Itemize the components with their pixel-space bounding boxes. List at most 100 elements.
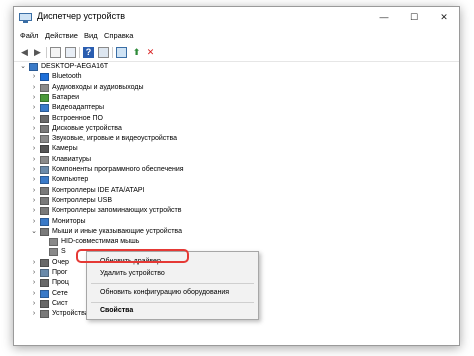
mouse-icon xyxy=(40,227,49,236)
device-list-icon[interactable] xyxy=(65,47,76,58)
tree-item-label: Аудиовходы и аудиовыходы xyxy=(52,83,144,91)
expand-arrow-icon[interactable]: › xyxy=(31,103,37,113)
expand-arrow-icon[interactable]: › xyxy=(31,289,37,299)
update-driver-highlight xyxy=(76,249,189,263)
tree-item-label: Батареи xyxy=(52,93,80,101)
tree-item-label: Клавиатуры xyxy=(52,155,92,163)
maximize-button[interactable]: ☐ xyxy=(399,7,429,28)
close-button[interactable]: ✕ xyxy=(429,7,459,28)
display-adapter-icon xyxy=(40,104,49,113)
network-icon xyxy=(40,289,49,298)
keyboard-icon xyxy=(40,155,49,164)
expand-arrow-icon[interactable]: › xyxy=(31,206,37,216)
tree-item-label: Прог xyxy=(52,269,68,276)
menu-help[interactable]: Справка xyxy=(104,31,133,40)
menu-view[interactable]: Вид xyxy=(84,31,98,40)
tree-item-label: S xyxy=(61,248,66,256)
expand-arrow-icon[interactable]: › xyxy=(31,309,37,319)
tree-item-label: Видеоадаптеры xyxy=(52,104,105,112)
tree-item-label: Контроллеры USB xyxy=(52,196,112,204)
expand-arrow-icon[interactable]: › xyxy=(31,299,37,309)
remove-device-item[interactable]: Удалить устройство xyxy=(87,268,258,280)
tree-item-label: Мониторы xyxy=(52,217,86,225)
firmware-icon xyxy=(40,114,49,123)
toolbar-separator xyxy=(46,47,47,58)
hid-icon xyxy=(40,310,49,319)
device-manager-icon xyxy=(19,11,32,23)
ide-controller-icon xyxy=(40,186,49,195)
tree-item-label: Очер xyxy=(52,258,69,266)
system-device-icon xyxy=(40,299,49,308)
expand-arrow-icon[interactable]: › xyxy=(31,186,37,196)
tree-item-label: DESKTOP-AEGA16T xyxy=(41,63,109,70)
tree-item-label: Дисковые устройства xyxy=(52,124,122,132)
camera-icon xyxy=(40,145,49,154)
speaker-icon xyxy=(40,83,49,92)
battery-icon xyxy=(40,93,49,102)
expand-arrow-icon[interactable]: › xyxy=(31,93,37,103)
computer-icon xyxy=(29,63,38,71)
mouse-icon xyxy=(49,248,58,257)
tree-item-label: Контроллеры IDE ATA/ATAPI xyxy=(52,186,145,194)
menu-bar: Файл Действие Вид Справка xyxy=(14,28,459,44)
expand-arrow-icon[interactable]: › xyxy=(31,134,37,144)
disk-icon xyxy=(40,124,49,133)
tree-item-label: Мыши и иные указывающие устройства xyxy=(52,227,182,235)
expand-arrow-icon[interactable]: › xyxy=(31,217,37,227)
expand-arrow-icon[interactable]: › xyxy=(31,155,37,165)
expand-arrow-icon[interactable]: › xyxy=(31,278,37,288)
forward-icon[interactable]: ▶ xyxy=(32,47,43,58)
tree-item-label: Камеры xyxy=(52,145,78,153)
expand-arrow-icon[interactable]: › xyxy=(31,83,37,93)
properties-item[interactable]: Свойства xyxy=(87,305,258,317)
tree-item-label: Компьютер xyxy=(52,176,89,184)
sound-icon xyxy=(40,135,49,144)
tree-item-label: Сете xyxy=(52,289,68,297)
processor-icon xyxy=(40,279,49,288)
toolbar-separator xyxy=(112,47,113,58)
tree-item-label: Компоненты программного обеспечения xyxy=(52,166,184,173)
minimize-button[interactable]: — xyxy=(369,7,399,28)
toolbar-separator xyxy=(79,47,80,58)
monitor-icon xyxy=(40,217,49,226)
tree-item-label: Встроенное ПО xyxy=(52,114,103,122)
expand-arrow-icon[interactable]: › xyxy=(31,196,37,206)
properties-icon[interactable] xyxy=(50,47,61,58)
scan-hardware-item[interactable]: Обновить конфигурацию оборудования xyxy=(87,287,258,299)
expand-arrow-icon[interactable]: › xyxy=(31,258,37,268)
tree-item-label: Сист xyxy=(52,299,68,307)
menu-action[interactable]: Действие xyxy=(45,31,78,40)
help-icon[interactable]: ? xyxy=(83,47,94,58)
toolbar: ◀ ▶ ? ⬆ ✕ xyxy=(14,44,459,62)
window-title: Диспетчер устройств xyxy=(37,11,125,21)
collapse-arrow-icon[interactable]: ⌄ xyxy=(20,62,26,72)
tree-item-label: HID-совместимая мышь xyxy=(61,238,140,246)
expand-arrow-icon[interactable]: › xyxy=(31,175,37,185)
menu-separator xyxy=(91,283,254,284)
update-driver-icon[interactable]: ⬆ xyxy=(131,47,142,58)
bluetooth-icon xyxy=(40,73,49,82)
menu-file[interactable]: Файл xyxy=(20,31,38,40)
computer-icon xyxy=(40,176,49,185)
storage-controller-icon xyxy=(40,207,49,216)
expand-arrow-icon[interactable]: › xyxy=(31,114,37,124)
expand-arrow-icon[interactable]: › xyxy=(31,124,37,134)
back-icon[interactable]: ◀ xyxy=(19,47,30,58)
tree-item-label: Проц xyxy=(52,279,69,287)
expand-arrow-icon[interactable]: › xyxy=(31,144,37,154)
tree-item-label: Контроллеры запоминающих устройств xyxy=(52,207,182,215)
mouse-icon xyxy=(49,238,58,247)
scan-icon[interactable] xyxy=(116,47,127,58)
usb-icon xyxy=(40,196,49,205)
title-bar: Диспетчер устройств — ☐ ✕ xyxy=(14,7,459,28)
print-queue-icon xyxy=(40,258,49,267)
collapse-arrow-icon[interactable]: ⌄ xyxy=(31,227,37,237)
expand-arrow-icon[interactable]: › xyxy=(31,165,37,175)
view-icon[interactable] xyxy=(98,47,109,58)
menu-separator xyxy=(91,302,254,303)
expand-arrow-icon[interactable]: › xyxy=(31,72,37,82)
expand-arrow-icon[interactable]: › xyxy=(31,268,37,278)
software-component-icon xyxy=(40,166,49,174)
tree-item-label: Bluetooth xyxy=(52,73,82,81)
remove-device-icon[interactable]: ✕ xyxy=(145,47,156,58)
